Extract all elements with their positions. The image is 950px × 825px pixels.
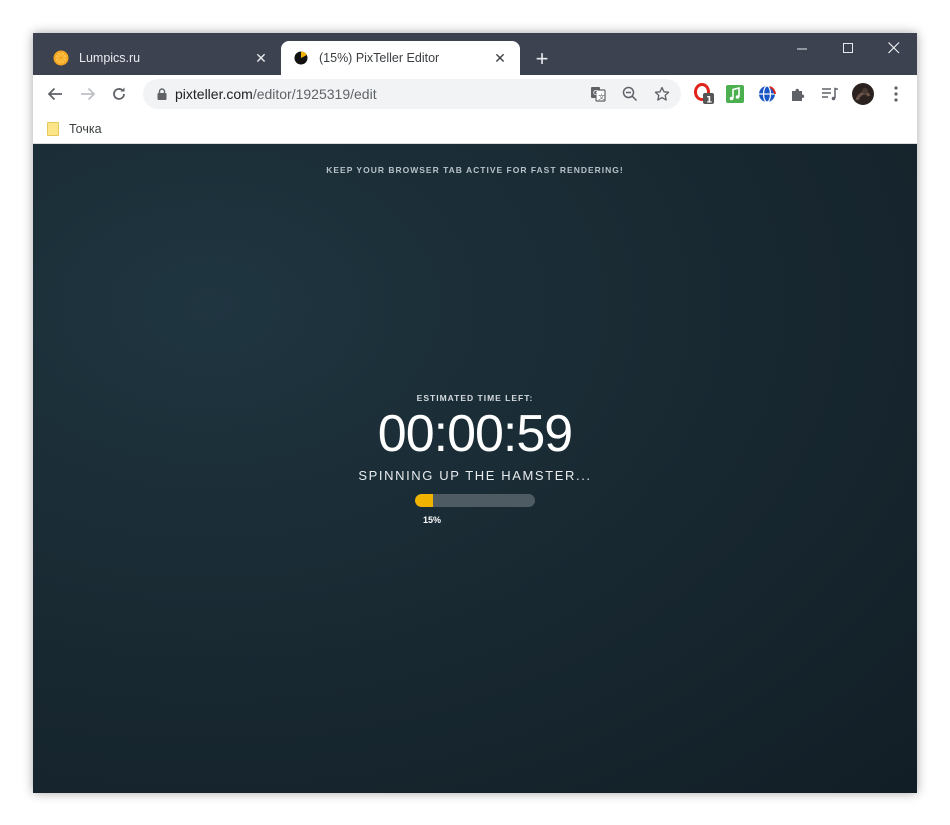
music-extension-icon[interactable] — [723, 82, 747, 106]
opera-extension-icon[interactable]: 1 — [692, 82, 716, 106]
menu-dots-icon[interactable] — [884, 82, 908, 106]
close-tab-icon[interactable]: ✕ — [249, 46, 273, 70]
render-progress-page: KEEP YOUR BROWSER TAB ACTIVE FOR FAST RE… — [33, 144, 917, 793]
eta-label: ESTIMATED TIME LEFT: — [416, 393, 534, 403]
vpn-globe-icon[interactable] — [755, 82, 779, 106]
countdown-timer: 00:00:59 — [377, 405, 573, 463]
translate-icon[interactable]: G文 — [585, 81, 611, 107]
progress-bar — [415, 494, 535, 507]
status-text: SPINNING UP THE HAMSTER... — [358, 468, 592, 483]
new-tab-icon[interactable]: + — [530, 46, 554, 71]
browser-toolbar: pixteller.com/editor/1925319/edit G文 1 — [33, 75, 917, 113]
profile-avatar[interactable] — [851, 82, 875, 106]
tab-lumpics[interactable]: Lumpics.ru ✕ — [41, 41, 281, 75]
bookmark-label: Точка — [69, 122, 102, 136]
tab-title: Lumpics.ru — [79, 51, 141, 65]
opera-badge: 1 — [706, 96, 712, 106]
tab-title: (15%) PixTeller Editor — [319, 51, 440, 65]
back-icon[interactable] — [41, 80, 69, 108]
address-bar[interactable]: pixteller.com/editor/1925319/edit G文 — [143, 79, 681, 109]
bookmarks-bar: Точка — [33, 113, 917, 144]
zoom-out-icon[interactable] — [617, 81, 643, 107]
folder-icon — [47, 122, 59, 136]
maximize-icon[interactable] — [825, 33, 871, 63]
bookmark-folder-tochka[interactable]: Точка — [47, 119, 102, 139]
bookmark-star-icon[interactable] — [649, 81, 675, 107]
minimize-icon[interactable] — [779, 33, 825, 63]
forward-icon[interactable] — [74, 80, 102, 108]
progress-percent: 15% — [423, 515, 442, 525]
tab-pixteller[interactable]: (15%) PixTeller Editor ✕ — [281, 41, 520, 75]
svg-text:文: 文 — [598, 92, 605, 101]
reload-icon[interactable] — [105, 80, 133, 108]
orange-slice-icon — [53, 50, 69, 66]
url-text[interactable]: pixteller.com/editor/1925319/edit — [175, 86, 585, 102]
browser-window: Lumpics.ru ✕ (15%) PixTeller Editor ✕ + — [33, 33, 917, 793]
url-path: /editor/1925319/edit — [252, 86, 377, 102]
url-domain: pixteller.com — [175, 86, 253, 102]
active-tab-notice: KEEP YOUR BROWSER TAB ACTIVE FOR FAST RE… — [326, 165, 624, 175]
progress-pie-icon — [293, 50, 309, 66]
puzzle-extensions-icon[interactable] — [786, 82, 810, 106]
title-bar: Lumpics.ru ✕ (15%) PixTeller Editor ✕ + — [33, 33, 917, 75]
close-tab-icon[interactable]: ✕ — [488, 46, 512, 70]
lock-icon[interactable] — [155, 87, 169, 101]
close-window-icon[interactable] — [871, 33, 917, 63]
media-queue-icon[interactable] — [818, 82, 842, 106]
progress-fill — [415, 494, 433, 507]
